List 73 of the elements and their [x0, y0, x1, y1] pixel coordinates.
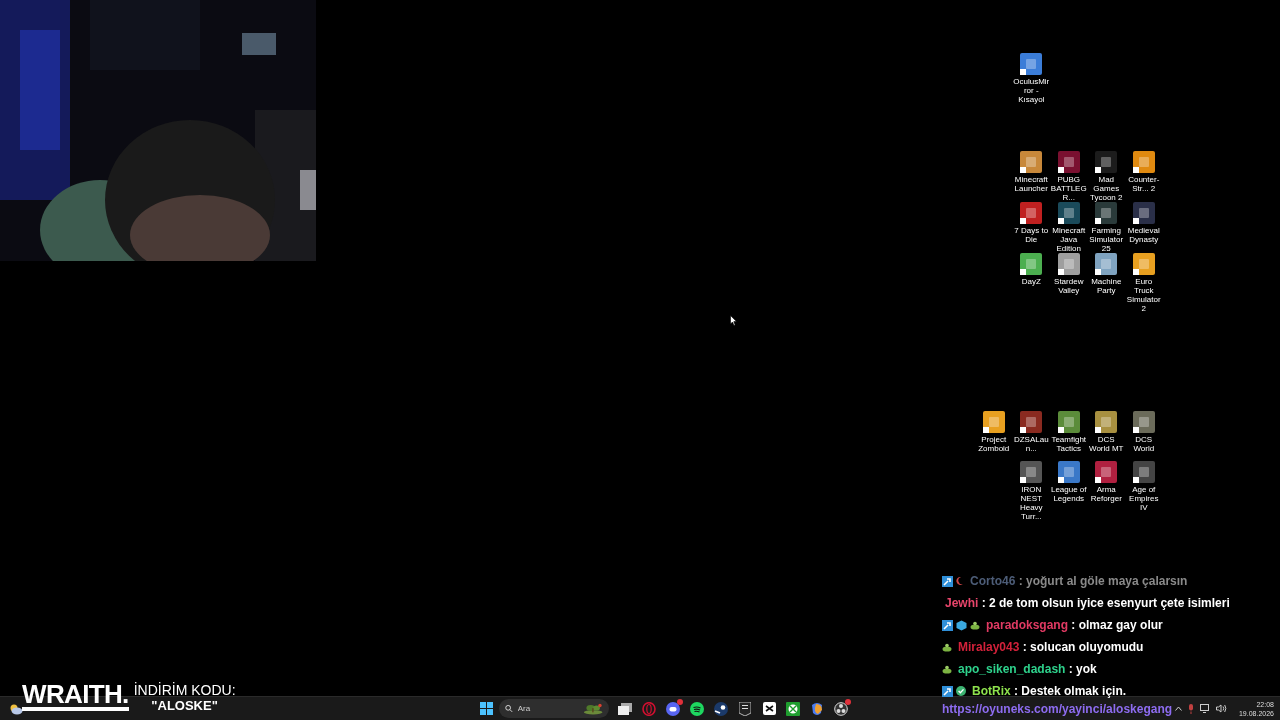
- app-icon[interactable]: [1095, 253, 1118, 275]
- app-icon[interactable]: [1020, 202, 1043, 224]
- icon-label: Counter-Str... 2: [1127, 175, 1161, 193]
- app-icon[interactable]: [1132, 253, 1155, 275]
- icon-label: PUBG BATTLEGR...: [1049, 175, 1088, 202]
- promo-code: "ALOSKE": [151, 698, 218, 714]
- volume-icon[interactable]: [1215, 704, 1227, 713]
- moon-badge-icon: [956, 576, 964, 586]
- icon-label: League of Legends: [1049, 485, 1088, 503]
- icon-label: 7 Days to Die: [1013, 226, 1050, 244]
- icon-label: Medieval Dynasty: [1126, 226, 1161, 244]
- app-icon[interactable]: [1132, 411, 1155, 433]
- chevron-up-icon[interactable]: [1174, 706, 1182, 711]
- app-icon[interactable]: [1020, 253, 1043, 275]
- icon-label: DCS World: [1132, 435, 1156, 453]
- verified-badge-icon: [956, 686, 966, 696]
- icon-label: DayZ: [1020, 277, 1042, 286]
- app-icon[interactable]: [1057, 411, 1080, 433]
- app-icon[interactable]: [1095, 411, 1118, 433]
- icon-label: Minecraft Launcher: [1013, 175, 1049, 193]
- app-icon[interactable]: [982, 411, 1005, 433]
- sprout-badge-icon: [970, 620, 980, 630]
- promo-caption: İNDİRİM KODU:: [133, 682, 236, 698]
- wrench-badge-icon: [942, 575, 953, 587]
- app-icon[interactable]: [1057, 202, 1080, 224]
- app-icon[interactable]: [1057, 151, 1080, 173]
- icon-label: Euro Truck Simulator 2: [1125, 277, 1162, 313]
- cube-badge-icon: [956, 619, 967, 631]
- app-icon[interactable]: [1057, 253, 1080, 275]
- sprout-badge-icon: [942, 642, 952, 652]
- weather-icon[interactable]: [9, 702, 23, 715]
- app-icon[interactable]: [1095, 202, 1118, 224]
- icon-label: DZSALaun...: [1012, 435, 1050, 453]
- icon-label: Arma Reforger: [1089, 485, 1123, 503]
- icon-label: Project Zomboid: [977, 435, 1011, 453]
- icon-label: Mad Games Tycoon 2: [1089, 175, 1124, 202]
- icon-label: DCS World MT: [1088, 435, 1125, 453]
- search-field[interactable]: Ara: [517, 702, 578, 715]
- search-bar[interactable]: Ara: [499, 699, 609, 718]
- icon-label: Teamfight Tactics: [1050, 435, 1088, 453]
- icon-label: IRON NEST Heavy Turr...: [1018, 485, 1044, 521]
- sprout-badge-icon: [942, 664, 952, 674]
- icon-label: Stardew Valley: [1053, 277, 1085, 295]
- icon-label: Age of Empires IV: [1128, 485, 1160, 512]
- app-icon[interactable]: [1132, 151, 1155, 173]
- app-icon[interactable]: [1095, 151, 1118, 173]
- windows-logo-icon: [479, 702, 493, 715]
- network-icon[interactable]: [1199, 704, 1210, 713]
- icon-label: Machine Party: [1090, 277, 1123, 295]
- app-icon[interactable]: [1020, 411, 1043, 433]
- icon-label: Minecraft Java Edition: [1051, 226, 1087, 253]
- chat-link[interactable]: https://oyuneks.com/yayinci/aloskegang: [942, 700, 1230, 718]
- app-icon[interactable]: [1132, 202, 1155, 224]
- microphone-icon[interactable]: [1187, 703, 1194, 714]
- chat-message: apo_siken_dadash : yok: [958, 661, 1097, 678]
- wrench-badge-icon: [942, 619, 953, 631]
- app-icon[interactable]: [1132, 461, 1155, 483]
- app-icon[interactable]: [1020, 461, 1043, 483]
- icon-label: OculusMirror - Kısayol: [1012, 77, 1051, 104]
- chat-message: paradoksgang : olmaz gay olur: [986, 617, 1163, 634]
- chat-message: Miralay043 : solucan oluyomudu: [958, 639, 1144, 656]
- icon-label: Farming Simulator 25: [1088, 226, 1125, 253]
- wrench-badge-icon: [942, 685, 953, 697]
- app-icon[interactable]: [1095, 461, 1118, 483]
- mouse-cursor-icon: [730, 315, 737, 326]
- promo-brand: WRAITH.: [22, 681, 129, 711]
- app-icon[interactable]: [1020, 53, 1043, 75]
- chat-message: Jewhi : 2 de tom olsun iyice esenyurt çete isimleri: [945, 595, 1230, 612]
- chat-message: Corto46 : yoğurt al göle maya çalarsın: [970, 573, 1188, 590]
- search-icon: [505, 704, 513, 713]
- app-icon[interactable]: [1057, 461, 1080, 483]
- app-icon[interactable]: [1020, 151, 1043, 173]
- chat-message: BotRix : Destek olmak için.: [972, 683, 1127, 700]
